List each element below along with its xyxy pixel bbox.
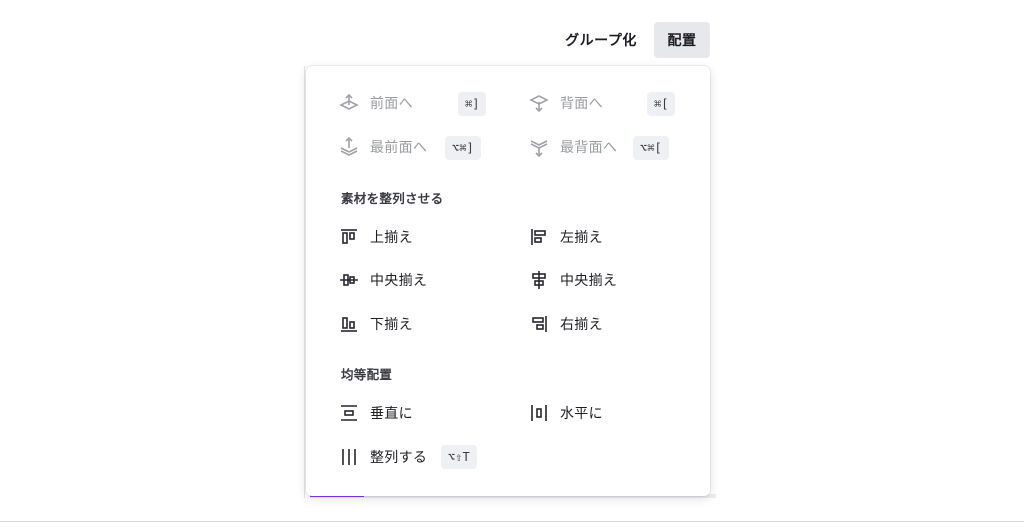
align-section-title: 素材を整列させる [341,191,444,206]
align-middle-item[interactable]: 中央揃え [338,265,427,295]
align-left-label: 左揃え [560,230,603,246]
align-top-item[interactable]: 上揃え [338,222,413,252]
bring-to-front-shortcut: ⌥⌘] [445,136,481,160]
align-center-label: 中央揃え [560,273,618,289]
align-center-item[interactable]: 中央揃え [528,265,617,295]
distribute-vertical-item[interactable]: 垂直に [338,398,413,428]
distribute-vertical-label: 垂直に [370,406,413,422]
align-bottom-item[interactable]: 下揃え [338,309,413,339]
tidy-up-icon [338,446,360,468]
bring-forward-item[interactable]: 前面へ [338,88,413,118]
align-center-icon [528,269,550,291]
distribute-horizontal-label: 水平に [560,406,603,422]
tidy-up-shortcut: ⌥⇧T [441,445,477,469]
tidy-up-label: 整列する [370,450,428,466]
send-to-back-label: 最背面へ [560,140,618,156]
tidy-up-item[interactable]: 整列する [338,442,427,472]
send-to-back-shortcut: ⌥⌘[ [633,136,669,160]
align-bottom-icon [338,313,360,335]
arrange-menu: 前面へ ⌘] 背面へ ⌘[ 最前面へ ⌥⌘] 最背面へ ⌥⌘[ 素材を整列させる… [306,66,710,496]
group-button[interactable]: グループ化 [556,22,646,58]
align-middle-label: 中央揃え [370,273,428,289]
align-left-icon [528,226,550,248]
align-bottom-label: 下揃え [370,317,413,333]
align-left-item[interactable]: 左揃え [528,222,603,252]
bring-to-front-label: 最前面へ [370,140,428,156]
arrange-button[interactable]: 配置 [654,22,710,58]
send-to-back-item[interactable]: 最背面へ [528,132,617,162]
bring-to-front-item[interactable]: 最前面へ [338,132,427,162]
canvas-edge [304,66,305,498]
align-right-item[interactable]: 右揃え [528,309,603,339]
send-backward-icon [528,92,550,114]
align-right-icon [528,313,550,335]
bring-forward-label: 前面へ [370,96,413,112]
send-backward-shortcut: ⌘[ [647,92,676,116]
distribute-horizontal-item[interactable]: 水平に [528,398,603,428]
bring-forward-shortcut: ⌘] [458,92,487,116]
align-top-icon [338,226,360,248]
page-divider [0,521,1024,522]
send-backward-item[interactable]: 背面へ [528,88,603,118]
distribute-vertical-icon [338,402,360,424]
distribute-section-title: 均等配置 [341,367,393,382]
align-middle-icon [338,269,360,291]
align-top-label: 上揃え [370,230,413,246]
send-backward-label: 背面へ [560,96,603,112]
send-to-back-icon [528,136,550,158]
distribute-horizontal-icon [528,402,550,424]
bring-forward-icon [338,92,360,114]
align-right-label: 右揃え [560,317,603,333]
bring-to-front-icon [338,136,360,158]
